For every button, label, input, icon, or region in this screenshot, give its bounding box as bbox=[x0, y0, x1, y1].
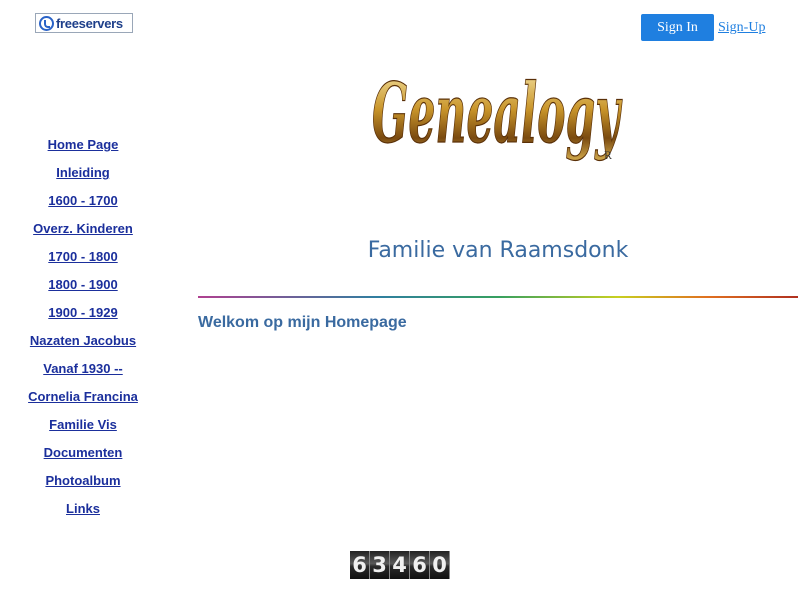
banner-mark: R bbox=[604, 151, 612, 162]
nav-link-links[interactable]: Links bbox=[0, 501, 166, 529]
sign-in-button[interactable]: Sign In bbox=[641, 14, 714, 41]
nav-link-overz-kinderen[interactable]: Overz. Kinderen bbox=[0, 221, 166, 249]
counter-digit: 4 bbox=[390, 551, 410, 579]
banner-text: Genealogy bbox=[372, 66, 623, 162]
rainbow-divider bbox=[198, 296, 798, 298]
freeservers-logo-icon bbox=[39, 15, 54, 31]
freeservers-logo[interactable]: freeservers bbox=[35, 13, 133, 33]
hit-counter: 6 3 4 6 0 bbox=[350, 551, 450, 579]
nav-link-1900-1929[interactable]: 1900 - 1929 bbox=[0, 305, 166, 333]
nav-link-nazaten-jacobus[interactable]: Nazaten Jacobus bbox=[0, 333, 166, 361]
nav-link-documenten[interactable]: Documenten bbox=[0, 445, 166, 473]
nav-link-1700-1800[interactable]: 1700 - 1800 bbox=[0, 249, 166, 277]
counter-digit: 3 bbox=[370, 551, 390, 579]
nav-link-familie-vis[interactable]: Familie Vis bbox=[0, 417, 166, 445]
counter-digit: 6 bbox=[350, 551, 370, 579]
counter-digit: 0 bbox=[430, 551, 450, 579]
welcome-heading: Welkom op mijn Homepage bbox=[198, 314, 407, 331]
nav-link-vanaf-1930[interactable]: Vanaf 1930 -- bbox=[0, 361, 166, 389]
nav-link-cornelia-francina[interactable]: Cornelia Francina bbox=[0, 389, 166, 417]
nav-link-1800-1900[interactable]: 1800 - 1900 bbox=[0, 277, 166, 305]
page-title: Familie van Raamsdonk bbox=[367, 238, 629, 263]
nav-link-home-page[interactable]: Home Page bbox=[0, 137, 166, 165]
logo-text: freeservers bbox=[56, 15, 123, 31]
nav-link-1600-1700[interactable]: 1600 - 1700 bbox=[0, 193, 166, 221]
counter-digit: 6 bbox=[410, 551, 430, 579]
nav-link-photoalbum[interactable]: Photoalbum bbox=[0, 473, 166, 501]
sidebar-nav: Home Page Inleiding 1600 - 1700 Overz. K… bbox=[0, 137, 166, 529]
genealogy-banner: Genealogy R bbox=[371, 65, 623, 162]
sign-up-link[interactable]: Sign-Up bbox=[718, 20, 765, 36]
nav-link-inleiding[interactable]: Inleiding bbox=[0, 165, 166, 193]
